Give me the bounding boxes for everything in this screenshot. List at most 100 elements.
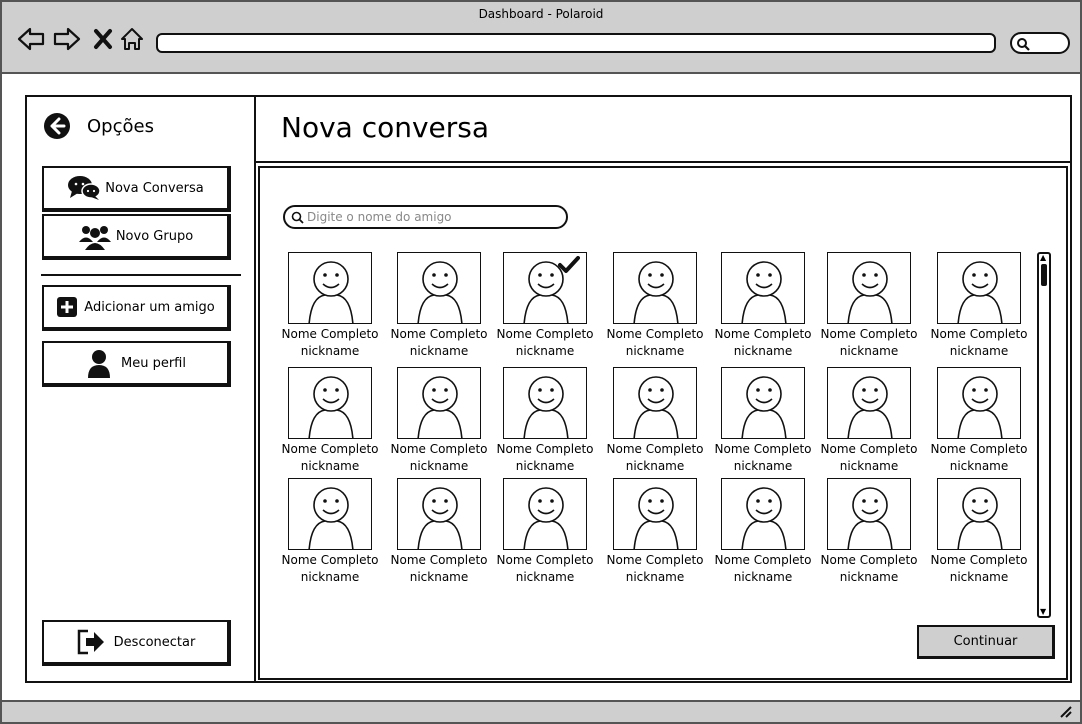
home-icon[interactable]	[118, 24, 148, 54]
back-circle-icon[interactable]	[43, 112, 71, 140]
my-profile-label: Meu perfil	[121, 355, 186, 371]
friend-full-name: Nome Completo	[606, 442, 704, 456]
friend-nickname: nickname	[733, 344, 793, 358]
friend-avatar	[721, 367, 805, 439]
avatar-placeholder-icon	[417, 261, 463, 323]
friend-search-box[interactable]	[283, 205, 568, 229]
avatar-placeholder-icon	[957, 487, 1003, 549]
browser-search-field[interactable]	[1010, 32, 1070, 54]
sidebar: Opções Nova Conversa Novo Grupo Adiciona…	[27, 97, 256, 681]
friend-full-name: Nome Completo	[390, 553, 488, 567]
friend-card[interactable]: Nome Completo nickname	[929, 367, 1034, 477]
friend-avatar	[503, 367, 587, 439]
friend-avatar	[937, 367, 1021, 439]
avatar-placeholder-icon	[308, 261, 354, 323]
friend-avatar	[827, 252, 911, 324]
friend-card[interactable]: Nome Completo nickname	[280, 252, 385, 362]
avatar-placeholder-icon	[633, 261, 679, 323]
friend-card[interactable]: Nome Completo nickname	[495, 478, 600, 588]
friend-full-name: Nome Completo	[930, 553, 1028, 567]
friend-card[interactable]: Nome Completo nickname	[605, 478, 710, 588]
scroll-up-arrow-icon[interactable]: ▲	[1040, 254, 1046, 262]
plus-square-icon	[57, 297, 78, 317]
friend-nickname: nickname	[515, 459, 575, 473]
friend-avatar	[397, 367, 481, 439]
friend-nickname: nickname	[733, 459, 793, 473]
friend-full-name: Nome Completo	[496, 442, 594, 456]
friend-card[interactable]: Nome Completo nickname	[280, 367, 385, 477]
friend-nickname: nickname	[409, 344, 469, 358]
friend-card[interactable]: Nome Completo nickname	[605, 252, 710, 362]
new-group-button[interactable]: Novo Grupo	[42, 214, 231, 260]
friend-card[interactable]: Nome Completo nickname	[495, 252, 600, 362]
my-profile-button[interactable]: Meu perfil	[42, 341, 231, 387]
friend-avatar	[503, 478, 587, 550]
friend-full-name: Nome Completo	[930, 327, 1028, 341]
avatar-placeholder-icon	[308, 376, 354, 438]
friend-card[interactable]: Nome Completo nickname	[389, 252, 494, 362]
friend-card[interactable]: Nome Completo nickname	[713, 478, 818, 588]
browser-window: Dashboard - Polaroid Opções Nova Convers…	[0, 0, 1082, 724]
add-friend-button[interactable]: Adicionar um amigo	[42, 285, 231, 331]
friend-card[interactable]: Nome Completo nickname	[713, 252, 818, 362]
friend-nickname: nickname	[625, 344, 685, 358]
friend-nickname: nickname	[515, 344, 575, 358]
new-conversation-label: Nova Conversa	[105, 180, 204, 196]
back-arrow-icon[interactable]	[16, 24, 46, 54]
avatar-placeholder-icon	[417, 487, 463, 549]
friend-full-name: Nome Completo	[281, 553, 379, 567]
friend-nickname: nickname	[949, 459, 1009, 473]
avatar-placeholder-icon	[847, 376, 893, 438]
avatar-placeholder-icon	[741, 487, 787, 549]
friend-card[interactable]: Nome Completo nickname	[819, 478, 924, 588]
friend-avatar	[288, 478, 372, 550]
friend-full-name: Nome Completo	[714, 442, 812, 456]
friend-full-name: Nome Completo	[930, 442, 1028, 456]
friend-card[interactable]: Nome Completo nickname	[713, 367, 818, 477]
friend-search-input[interactable]	[307, 208, 562, 226]
friend-card[interactable]: Nome Completo nickname	[495, 367, 600, 477]
new-conversation-button[interactable]: Nova Conversa	[42, 166, 231, 212]
friend-nickname: nickname	[515, 570, 575, 584]
friend-card[interactable]: Nome Completo nickname	[280, 478, 385, 588]
friend-card[interactable]: Nome Completo nickname	[819, 252, 924, 362]
friend-avatar	[721, 252, 805, 324]
friend-card[interactable]: Nome Completo nickname	[819, 367, 924, 477]
scroll-down-arrow-icon[interactable]: ▼	[1040, 608, 1046, 616]
status-bar	[2, 700, 1080, 722]
search-icon	[1017, 38, 1030, 51]
friend-card[interactable]: Nome Completo nickname	[605, 367, 710, 477]
friend-avatar	[288, 367, 372, 439]
logout-button[interactable]: Desconectar	[42, 620, 231, 666]
sidebar-divider	[41, 274, 241, 276]
friend-nickname: nickname	[300, 459, 360, 473]
close-icon[interactable]	[90, 24, 120, 54]
logout-label: Desconectar	[113, 634, 196, 650]
friend-full-name: Nome Completo	[390, 442, 488, 456]
friend-full-name: Nome Completo	[281, 442, 379, 456]
friend-card[interactable]: Nome Completo nickname	[929, 478, 1034, 588]
friend-nickname: nickname	[625, 459, 685, 473]
friend-card[interactable]: Nome Completo nickname	[389, 367, 494, 477]
avatar-placeholder-icon	[633, 376, 679, 438]
window-title: Dashboard - Polaroid	[478, 7, 604, 21]
continue-button[interactable]: Continuar	[917, 625, 1055, 659]
avatar-placeholder-icon	[523, 487, 569, 549]
avatar-placeholder-icon	[847, 487, 893, 549]
friend-avatar	[397, 252, 481, 324]
friend-avatar	[827, 478, 911, 550]
address-bar[interactable]	[156, 33, 996, 53]
page-header: Nova conversa	[256, 97, 1070, 163]
avatar-placeholder-icon	[741, 261, 787, 323]
search-icon	[291, 211, 304, 224]
scrollbar[interactable]: ▲ ▼	[1037, 252, 1051, 618]
resize-grip-icon[interactable]	[1058, 706, 1072, 718]
friend-card[interactable]: Nome Completo nickname	[929, 252, 1034, 362]
forward-arrow-icon[interactable]	[52, 24, 82, 54]
avatar-placeholder-icon	[523, 376, 569, 438]
checkmark-icon	[558, 256, 580, 273]
scroll-thumb[interactable]	[1041, 264, 1047, 286]
friend-full-name: Nome Completo	[820, 553, 918, 567]
friend-card[interactable]: Nome Completo nickname	[389, 478, 494, 588]
friend-full-name: Nome Completo	[390, 327, 488, 341]
